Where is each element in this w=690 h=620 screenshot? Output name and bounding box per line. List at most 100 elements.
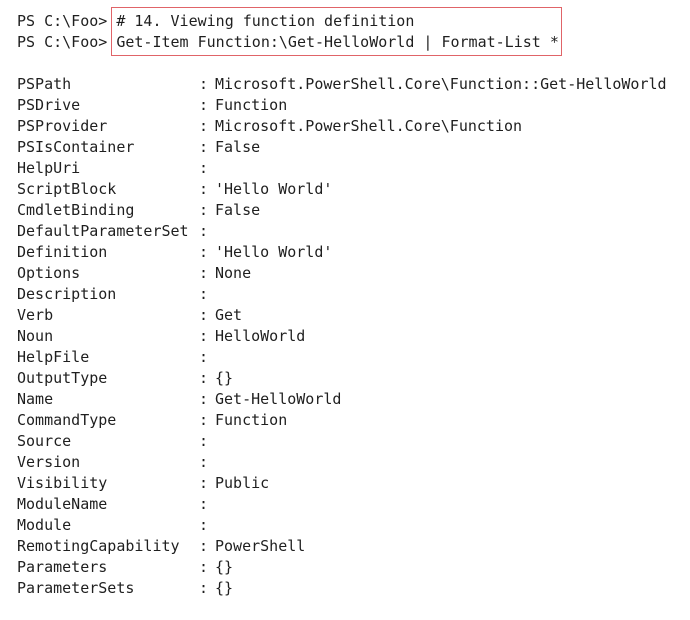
property-row: PSPath: Microsoft.PowerShell.Core\Functio… — [17, 74, 682, 95]
property-row: OutputType: {} — [17, 368, 682, 389]
property-name: PSDrive — [17, 96, 81, 114]
property-name: DefaultParameterSet — [17, 222, 189, 240]
property-separator: : — [199, 180, 209, 198]
property-value: Get — [215, 306, 243, 324]
property-name: PSIsContainer — [17, 138, 135, 156]
property-name: OutputType — [17, 369, 108, 387]
property-separator: : — [199, 75, 209, 93]
property-separator: : — [199, 327, 209, 345]
property-row: Noun: HelloWorld — [17, 326, 682, 347]
property-separator: : — [199, 558, 209, 576]
property-separator: : — [199, 201, 209, 219]
property-row: Definition: 'Hello World' — [17, 242, 682, 263]
property-separator: : — [199, 453, 209, 471]
property-name: PSPath — [17, 75, 72, 93]
property-value: False — [215, 138, 261, 156]
property-name: Parameters — [17, 558, 108, 576]
property-separator: : — [199, 432, 209, 450]
property-name: ScriptBlock — [17, 180, 117, 198]
prompt-line-comment: PS C:\Foo> # 14. Viewing function defini… — [17, 11, 682, 32]
property-row: CmdletBinding: False — [17, 200, 682, 221]
property-list: PSPath: Microsoft.PowerShell.Core\Functio… — [17, 74, 682, 599]
property-separator: : — [199, 138, 209, 156]
property-row: ParameterSets: {} — [17, 578, 682, 599]
property-row: PSDrive: Function — [17, 95, 682, 116]
property-separator: : — [199, 159, 209, 177]
property-name: ParameterSets — [17, 579, 135, 597]
command-text: Get-Item Function:\Get-HelloWorld | Form… — [116, 33, 559, 51]
property-value: Get-HelloWorld — [215, 390, 342, 408]
property-separator: : — [199, 243, 209, 261]
property-row: Verb: Get — [17, 305, 682, 326]
property-row: Description: — [17, 284, 682, 305]
property-value: Public — [215, 474, 270, 492]
property-value: {} — [215, 558, 234, 576]
property-name: Name — [17, 390, 54, 408]
property-row: ModuleName: — [17, 494, 682, 515]
property-value: None — [215, 264, 252, 282]
property-separator: : — [199, 411, 209, 429]
prompt-line-command: PS C:\Foo> Get-Item Function:\Get-HelloW… — [17, 32, 682, 53]
property-separator: : — [199, 516, 209, 534]
property-name: PSProvider — [17, 117, 108, 135]
property-separator: : — [199, 264, 209, 282]
property-name: Visibility — [17, 474, 108, 492]
property-row: Options: None — [17, 263, 682, 284]
property-separator: : — [199, 474, 209, 492]
property-name: Verb — [17, 306, 54, 324]
property-separator: : — [199, 222, 209, 240]
property-separator: : — [199, 495, 209, 513]
powershell-console[interactable]: PS C:\Foo> # 14. Viewing function defini… — [17, 11, 682, 599]
property-name: CmdletBinding — [17, 201, 135, 219]
property-separator: : — [199, 579, 209, 597]
property-name: HelpUri — [17, 159, 81, 177]
property-row: Visibility: Public — [17, 473, 682, 494]
property-row: Module: — [17, 515, 682, 536]
property-value: Function — [215, 96, 288, 114]
property-value: {} — [215, 579, 234, 597]
property-separator: : — [199, 306, 209, 324]
property-row: ScriptBlock: 'Hello World' — [17, 179, 682, 200]
property-name: Module — [17, 516, 72, 534]
property-value: 'Hello World' — [215, 243, 333, 261]
property-name: CommandType — [17, 411, 117, 429]
property-separator: : — [199, 390, 209, 408]
property-row: HelpFile: — [17, 347, 682, 368]
property-value: HelloWorld — [215, 327, 306, 345]
property-name: HelpFile — [17, 348, 90, 366]
property-value: 'Hello World' — [215, 180, 333, 198]
property-name: RemotingCapability — [17, 537, 180, 555]
property-separator: : — [199, 348, 209, 366]
property-row: Version: — [17, 452, 682, 473]
property-name: Definition — [17, 243, 108, 261]
property-value: Function — [215, 411, 288, 429]
property-row: Name: Get-HelloWorld — [17, 389, 682, 410]
property-value: PowerShell — [215, 537, 306, 555]
property-row: PSIsContainer: False — [17, 137, 682, 158]
prompt-prefix: PS C:\Foo> — [17, 12, 117, 30]
property-name: Version — [17, 453, 81, 471]
property-name: Description — [17, 285, 117, 303]
property-row: HelpUri: — [17, 158, 682, 179]
property-row: PSProvider: Microsoft.PowerShell.Core\Fun… — [17, 116, 682, 137]
property-separator: : — [199, 117, 209, 135]
property-row: CommandType: Function — [17, 410, 682, 431]
property-row: RemotingCapability: PowerShell — [17, 536, 682, 557]
prompt-prefix: PS C:\Foo> — [17, 33, 117, 51]
property-row: Parameters: {} — [17, 557, 682, 578]
property-value: Microsoft.PowerShell.Core\Function — [215, 117, 523, 135]
command-text: # 14. Viewing function definition — [116, 12, 415, 30]
property-separator: : — [199, 369, 209, 387]
property-name: ModuleName — [17, 495, 108, 513]
property-separator: : — [199, 285, 209, 303]
property-separator: : — [199, 96, 209, 114]
property-value: Microsoft.PowerShell.Core\Function::Get-… — [215, 75, 667, 93]
property-value: {} — [215, 369, 234, 387]
property-separator: : — [199, 537, 209, 555]
property-value: False — [215, 201, 261, 219]
property-name: Noun — [17, 327, 54, 345]
property-name: Source — [17, 432, 72, 450]
property-row: Source: — [17, 431, 682, 452]
property-name: Options — [17, 264, 81, 282]
